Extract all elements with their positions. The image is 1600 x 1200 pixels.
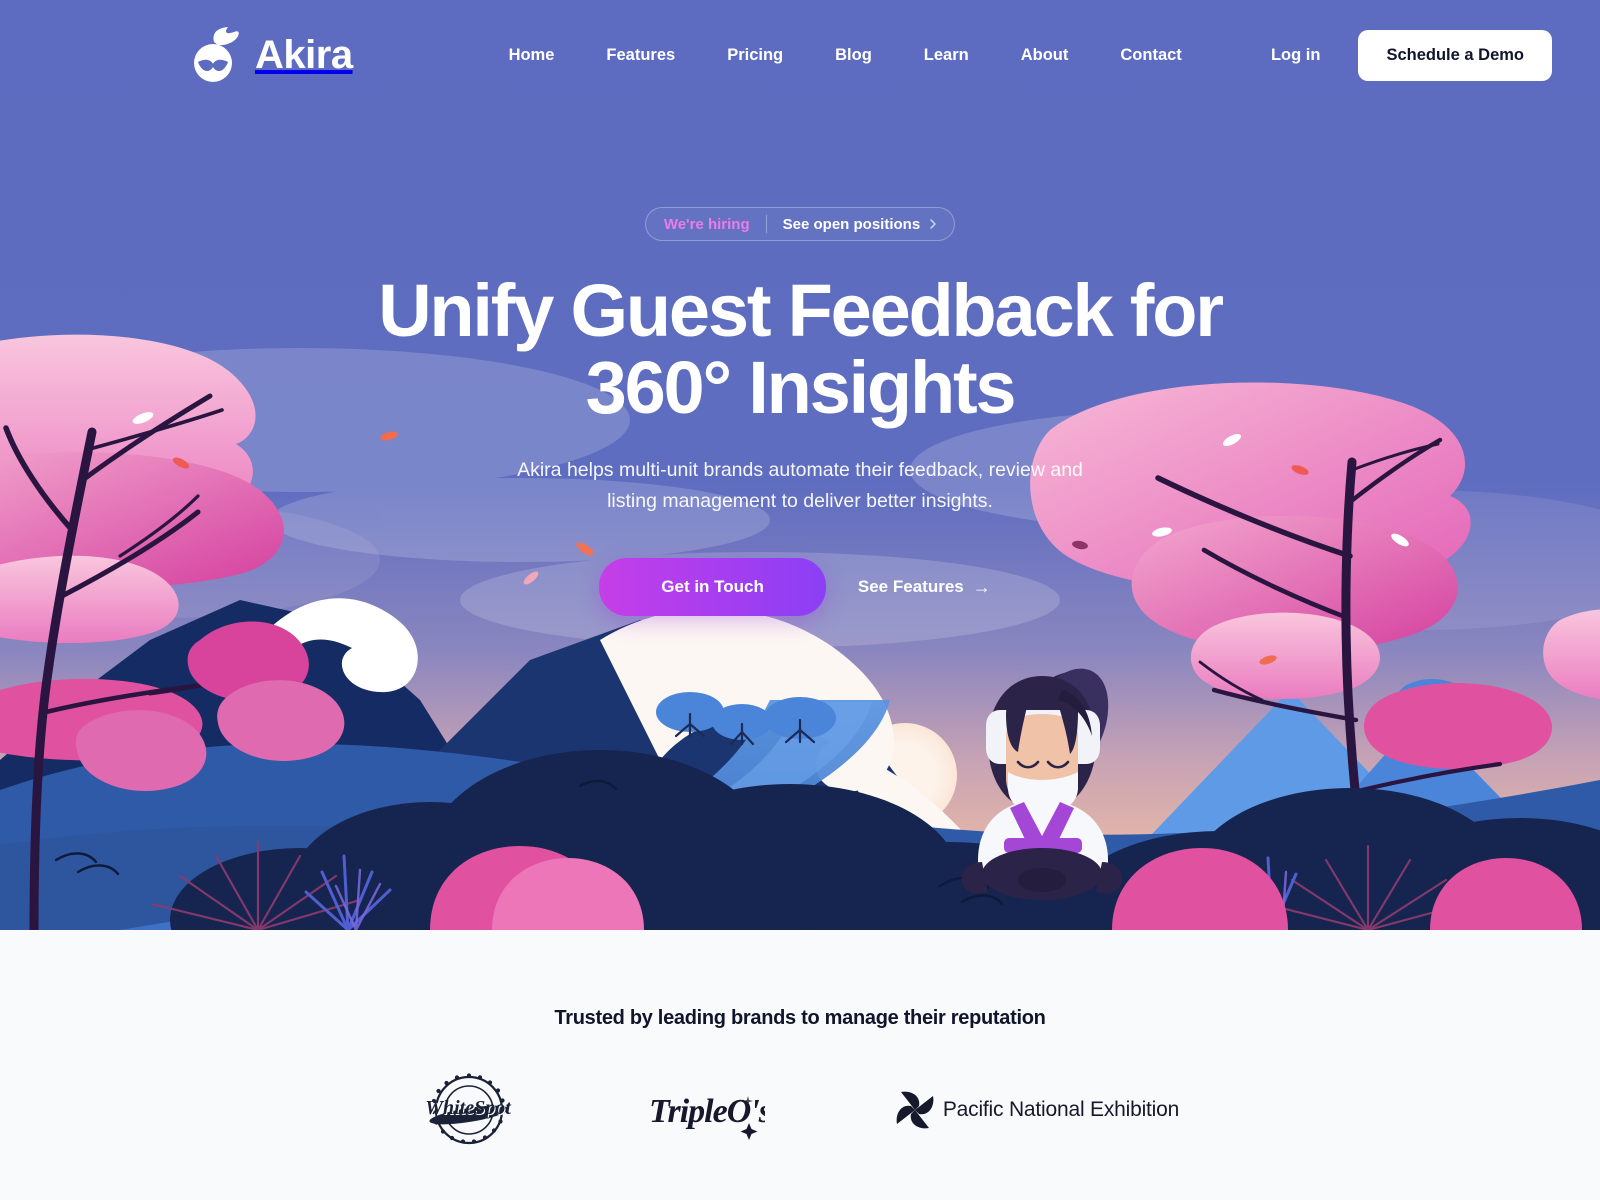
brand-logo-triple-os: TripleO's — [645, 1078, 765, 1142]
hiring-badge-label: We're hiring — [663, 215, 750, 233]
brand-name: Akira — [255, 33, 353, 77]
brand-logo-pacific-national-exhibition: Pacific National Exhibition — [893, 1086, 1179, 1134]
hero-subheadline: Akira helps multi-unit brands automate t… — [517, 458, 1083, 513]
get-in-touch-button[interactable]: Get in Touch — [599, 558, 826, 617]
main-navigation: Akira Home Features Pricing Blog Learn A… — [0, 0, 1600, 110]
hero-cta-row: Get in Touch See Features → — [599, 558, 1001, 617]
see-features-label: See Features — [857, 577, 964, 597]
nav-item-home[interactable]: Home — [483, 36, 581, 75]
tripleos-logo-icon: TripleO's — [649, 1093, 765, 1140]
pne-label: Pacific National Exhibition — [942, 1098, 1180, 1121]
whitespot-logo-icon: WhiteSpot WhiteSpot — [425, 1073, 513, 1145]
nav-item-pricing[interactable]: Pricing — [701, 36, 809, 75]
ninja-mask-logo-icon — [194, 27, 239, 82]
see-features-button[interactable]: See Features → — [848, 558, 1001, 616]
hero-section: Akira Home Features Pricing Blog Learn A… — [0, 0, 1600, 930]
hero-headline: Unify Guest Feedback for 360° Insights — [378, 269, 1224, 429]
login-link[interactable]: Log in — [1257, 36, 1334, 75]
open-positions-label: See open positions — [782, 215, 921, 233]
svg-text:WhiteSpot: WhiteSpot — [425, 1097, 512, 1119]
nav-actions: Log in Schedule a Demo — [1257, 29, 1552, 81]
trusted-brands-section: Trusted by leading brands to manage thei… — [0, 930, 1600, 1200]
nav-item-learn[interactable]: Learn — [898, 36, 995, 75]
nav-item-about[interactable]: About — [995, 36, 1095, 75]
nav-item-contact[interactable]: Contact — [1094, 36, 1207, 75]
nav-links: Home Features Pricing Blog Learn About C… — [483, 36, 1208, 75]
nav-item-blog[interactable]: Blog — [809, 36, 898, 75]
brand-logo[interactable]: Akira — [190, 26, 353, 84]
brand-logos-row: WhiteSpot WhiteSpot TripleO's Pacific Na… — [421, 1070, 1179, 1150]
hiring-announcement-pill[interactable]: We're hiring See open positions — [644, 207, 956, 241]
chevron-right-icon — [930, 219, 936, 229]
brand-logo-white-spot: WhiteSpot WhiteSpot — [421, 1070, 517, 1150]
arrow-right-icon: → — [972, 577, 991, 598]
brands-title: Trusted by leading brands to manage thei… — [554, 1007, 1046, 1029]
schedule-demo-button[interactable]: Schedule a Demo — [1358, 29, 1552, 81]
nav-item-features[interactable]: Features — [580, 36, 701, 75]
pne-pinwheel-icon — [896, 1091, 934, 1129]
